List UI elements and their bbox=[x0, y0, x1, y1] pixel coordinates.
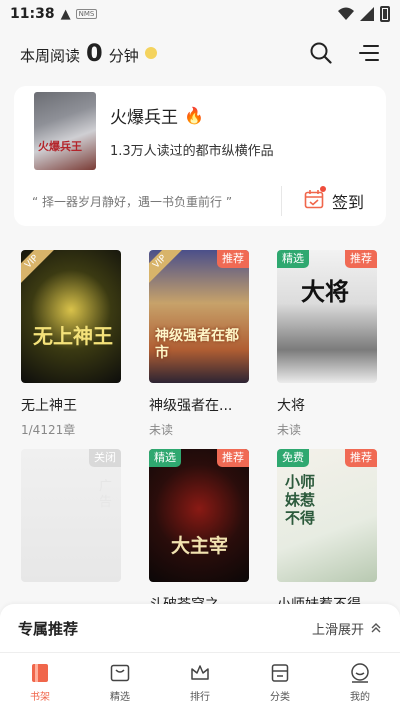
signal-icon bbox=[360, 7, 374, 21]
book-cover-text: 大将 bbox=[301, 278, 349, 306]
recommend-badge: 推荐 bbox=[217, 449, 249, 467]
book-cover-text: 无上神王 bbox=[33, 324, 113, 348]
vip-badge: VIP bbox=[149, 250, 183, 285]
bookshelf-icon bbox=[32, 663, 48, 682]
book-title: 无上神王 bbox=[21, 398, 77, 414]
bottom-nav: 书架 精选 排行 分类 我的 bbox=[0, 652, 400, 711]
featured-book-title[interactable]: 火爆兵王 bbox=[110, 103, 178, 128]
status-bar: 11:38 ▲ NMS bbox=[0, 0, 400, 28]
featured-cover-text: 火爆兵王 bbox=[38, 140, 82, 153]
featured-badge: 精选 bbox=[277, 250, 309, 268]
status-time: 11:38 bbox=[10, 6, 55, 22]
search-icon[interactable] bbox=[310, 42, 332, 64]
book-title: 大将 bbox=[277, 398, 305, 414]
reading-unit: 分钟 bbox=[108, 47, 139, 65]
ad-item[interactable]: 关闭 广告 bbox=[21, 449, 121, 594]
sheet-title: 专属推荐 bbox=[18, 619, 79, 638]
nms-badge: NMS bbox=[75, 9, 98, 19]
nav-profile[interactable]: 我的 bbox=[320, 653, 400, 711]
warning-icon: ▲ bbox=[60, 6, 71, 22]
book-cover[interactable]: VIP 无上神王 bbox=[21, 250, 121, 383]
vip-badge: VIP bbox=[21, 250, 55, 285]
book-cover[interactable]: 免费 推荐 小师妹惹不得 bbox=[277, 449, 377, 582]
wifi-icon bbox=[338, 7, 354, 20]
checkin-label: 签到 bbox=[331, 193, 364, 212]
header: 本周阅读 0 分钟 bbox=[0, 30, 400, 76]
crown-icon bbox=[191, 664, 209, 680]
battery-icon bbox=[380, 6, 390, 22]
sun-icon bbox=[144, 47, 157, 59]
exclusive-recommend-sheet[interactable]: 专属推荐 上滑展开 bbox=[0, 604, 400, 652]
book-cover-text: 神级强者在都市 bbox=[155, 328, 239, 361]
featured-book-cover[interactable]: 火爆兵王 bbox=[34, 92, 96, 170]
nav-label: 分类 bbox=[270, 691, 290, 703]
status-icons bbox=[338, 6, 390, 22]
book-progress: 未读 bbox=[149, 423, 174, 437]
category-icon bbox=[271, 663, 289, 682]
reading-prefix: 本周阅读 bbox=[20, 47, 81, 65]
featured-icon bbox=[110, 664, 130, 681]
book-item[interactable]: 免费 推荐 小师妹惹不得 小师妹惹不得 bbox=[277, 449, 377, 614]
book-title: 神级强者在... bbox=[149, 398, 233, 414]
reading-minutes: 0 bbox=[86, 39, 103, 67]
book-cover-text: 大主宰 bbox=[171, 535, 229, 557]
nav-label: 精选 bbox=[110, 691, 130, 703]
nav-label: 排行 bbox=[190, 691, 210, 703]
flame-icon: 🔥 bbox=[184, 106, 204, 125]
daily-quote: “ 择一器岁月静好，遇一书负重前行 ” bbox=[32, 194, 233, 209]
expand-sheet-button[interactable]: 上滑展开 bbox=[312, 619, 382, 638]
ad-cover[interactable]: 关闭 广告 bbox=[21, 449, 121, 582]
book-cover[interactable]: 精选 推荐 大主宰 bbox=[149, 449, 249, 582]
menu-icon[interactable] bbox=[358, 43, 380, 63]
weekly-reading: 本周阅读 0 分钟 bbox=[20, 39, 157, 67]
book-item[interactable]: VIP 推荐 神级强者在都市 神级强者在... 未读 bbox=[149, 250, 249, 438]
featured-badge: 精选 bbox=[149, 449, 181, 467]
book-progress: 未读 bbox=[277, 423, 302, 437]
checkin-button[interactable]: 签到 bbox=[282, 186, 386, 213]
book-item[interactable]: 精选 推荐 大将 大将 未读 bbox=[277, 250, 377, 438]
book-item[interactable]: VIP 无上神王 无上神王 1/4121章 bbox=[21, 250, 121, 438]
book-cover[interactable]: VIP 推荐 神级强者在都市 bbox=[149, 250, 249, 383]
close-ad-button[interactable]: 关闭 bbox=[89, 449, 121, 467]
recommend-badge: 推荐 bbox=[217, 250, 249, 268]
profile-icon bbox=[351, 662, 369, 683]
book-progress: 1/4121章 bbox=[21, 423, 76, 437]
featured-book-subtitle: 1.3万人读过的都市纵横作品 bbox=[110, 144, 274, 159]
ad-label: 广告 bbox=[99, 479, 113, 510]
recommend-badge: 推荐 bbox=[345, 449, 377, 467]
featured-book-card[interactable]: 火爆兵王 火爆兵王 🔥 1.3万人读过的都市纵横作品 “ 择一器岁月静好，遇一书… bbox=[14, 86, 386, 226]
nav-category[interactable]: 分类 bbox=[240, 653, 320, 711]
chevron-up-icon bbox=[371, 623, 381, 633]
nav-bookshelf[interactable]: 书架 bbox=[0, 653, 80, 711]
book-cover-text: 小师妹惹不得 bbox=[285, 473, 316, 527]
recommend-badge: 推荐 bbox=[345, 250, 377, 268]
free-badge: 免费 bbox=[277, 449, 309, 467]
book-item[interactable]: 精选 推荐 大主宰 斗破苍穹之... bbox=[149, 449, 249, 614]
book-cover[interactable]: 精选 推荐 大将 bbox=[277, 250, 377, 383]
calendar-icon bbox=[304, 186, 326, 213]
expand-label: 上滑展开 bbox=[311, 622, 364, 638]
nav-ranking[interactable]: 排行 bbox=[160, 653, 240, 711]
nav-featured[interactable]: 精选 bbox=[80, 653, 160, 711]
nav-label: 我的 bbox=[350, 691, 370, 703]
nav-label: 书架 bbox=[30, 691, 50, 703]
